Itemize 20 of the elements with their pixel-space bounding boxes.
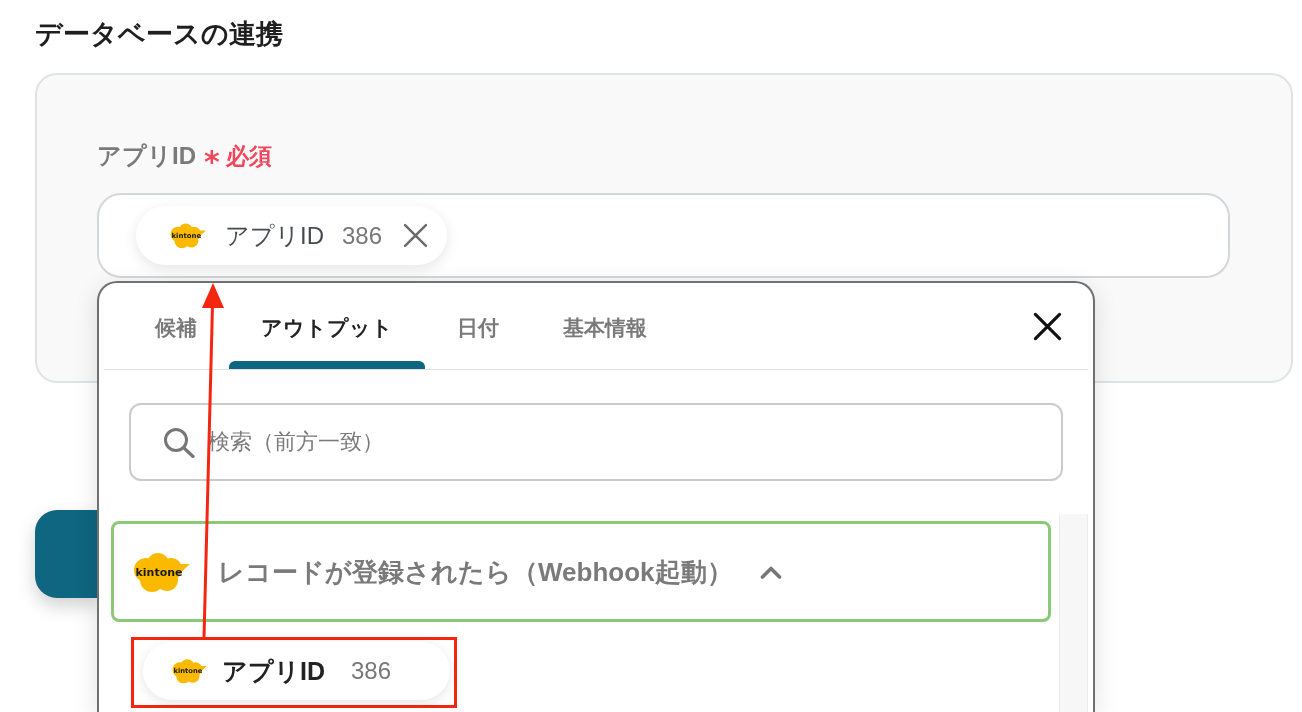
tab[interactable]: 日付	[425, 283, 531, 369]
kintone-logo: kintone	[130, 550, 190, 593]
section-title: データベースの連携	[35, 18, 283, 50]
group-header[interactable]: kintone レコードが登録されたら（Webhook起動）	[111, 521, 1051, 622]
tab[interactable]: アウトプット	[229, 283, 425, 369]
item-label: アプリID	[222, 656, 325, 686]
chevron-up-icon[interactable]	[759, 564, 782, 579]
tab[interactable]: 候補	[123, 283, 229, 369]
token-label: アプリID	[225, 220, 324, 251]
action-button[interactable]	[35, 510, 99, 598]
field-label: アプリID	[97, 141, 196, 171]
remove-icon[interactable]	[403, 223, 429, 248]
group-title: レコードが登録されたら（Webhook起動）	[218, 555, 733, 588]
close-icon[interactable]	[1033, 311, 1062, 341]
required-text: 必須	[225, 142, 272, 171]
required-asterisk: *	[204, 147, 220, 177]
tab[interactable]: 基本情報	[531, 283, 679, 369]
item-value: 386	[351, 656, 392, 686]
search-icon	[163, 427, 195, 458]
token-value: 386	[342, 220, 383, 251]
